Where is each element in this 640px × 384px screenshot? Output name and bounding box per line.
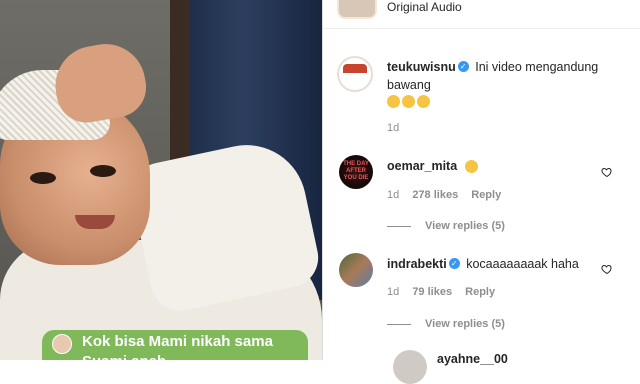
- verified-badge-icon: ✓: [448, 258, 460, 270]
- avatar-indrabekti[interactable]: [339, 253, 373, 287]
- post-text-line2: bawang: [387, 78, 431, 92]
- view-replies-line: [387, 323, 411, 325]
- post-emojis: [387, 92, 432, 110]
- comment-likes[interactable]: 278 likes: [412, 189, 458, 201]
- comment-text: kocaaaaaaaak haha: [466, 257, 579, 271]
- reply-username[interactable]: ayahne__00: [437, 352, 508, 366]
- video-eye-left: [30, 172, 56, 184]
- like-heart-icon[interactable]: [601, 166, 613, 178]
- comment-oemar-mita: oemar_mita: [387, 157, 480, 175]
- comment-username[interactable]: indrabekti: [387, 257, 447, 271]
- video-caption: Kok bisa Mami nikah sama Suami aneh: [42, 330, 308, 360]
- video-player[interactable]: Kok bisa Mami nikah sama Suami aneh: [0, 0, 322, 360]
- comment-time: 1d: [387, 189, 400, 201]
- sad-face-emoji-icon: [417, 95, 430, 109]
- video-eye-right: [90, 165, 116, 177]
- post-username[interactable]: teukuwisnu: [387, 60, 456, 74]
- comment-indrabekti: indrabekti ✓ kocaaaaaaaak haha: [387, 255, 579, 273]
- reply-button[interactable]: Reply: [471, 189, 501, 201]
- post-caption: teukuwisnu ✓ Ini video mengandung bawang: [387, 58, 627, 94]
- post-meta: 1d: [387, 122, 409, 134]
- comment-time: 1d: [387, 286, 400, 298]
- comment-meta: 1d 79 likes Reply: [387, 286, 505, 298]
- sad-face-emoji-icon: [387, 95, 400, 109]
- video-caption-text: Kok bisa Mami nikah sama Suami aneh: [82, 333, 273, 360]
- like-heart-icon[interactable]: [601, 263, 613, 275]
- verified-badge-icon: ✓: [457, 61, 469, 73]
- view-replies-label[interactable]: View replies (5): [425, 318, 505, 330]
- comment-username[interactable]: oemar_mita: [387, 159, 457, 173]
- comment-meta: 1d 278 likes Reply: [387, 189, 511, 201]
- view-replies-line: [387, 225, 411, 227]
- view-replies-label[interactable]: View replies (5): [425, 220, 505, 232]
- avatar-flag-image: [343, 64, 367, 84]
- avatar-oemar-mita[interactable]: THE DAY AFTER YOU DIE: [339, 155, 373, 189]
- avatar-oemar-text: THE DAY AFTER YOU DIE: [343, 161, 369, 181]
- man-emoji-icon: [52, 334, 72, 354]
- audio-thumbnail[interactable]: [337, 0, 377, 19]
- avatar-reply-user[interactable]: [393, 350, 427, 384]
- sad-face-emoji-icon: [402, 95, 415, 109]
- comment-likes[interactable]: 79 likes: [412, 286, 452, 298]
- post-time: 1d: [387, 122, 400, 134]
- view-replies-button[interactable]: View replies (5): [387, 220, 505, 232]
- view-replies-button[interactable]: View replies (5): [387, 318, 505, 330]
- post-text-line1: Ini video mengandung: [475, 60, 599, 74]
- reply-button[interactable]: Reply: [465, 286, 495, 298]
- header-divider: [323, 28, 640, 29]
- audio-label[interactable]: Original Audio: [387, 0, 462, 14]
- audio-row[interactable]: Original Audio: [337, 0, 462, 19]
- comments-panel: Original Audio teukuwisnu ✓ Ini video men…: [322, 0, 640, 384]
- avatar-teukuwisnu[interactable]: [337, 56, 373, 92]
- laughing-emoji-icon: [464, 160, 478, 174]
